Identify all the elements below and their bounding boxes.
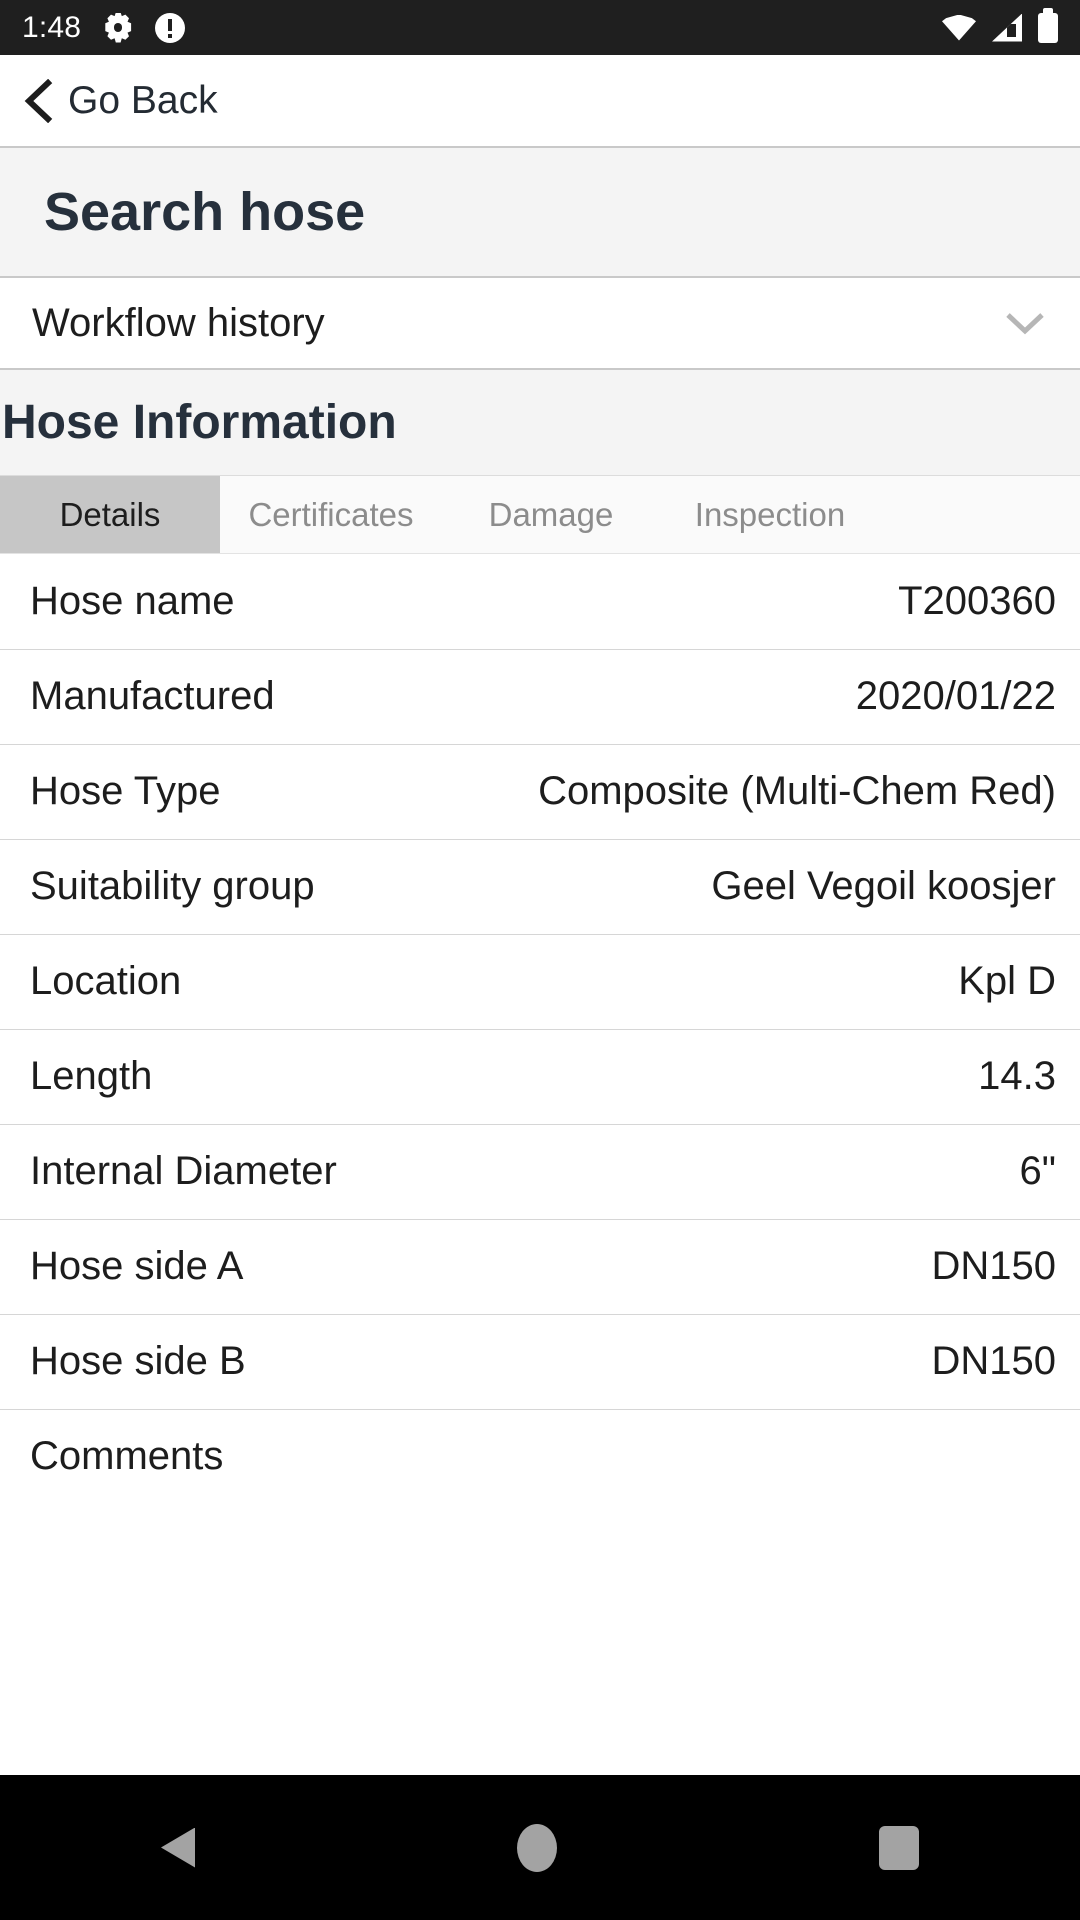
table-row[interactable]: Hose side A DN150 xyxy=(0,1219,1080,1314)
row-value: DN150 xyxy=(931,1244,1056,1288)
table-row[interactable]: Location Kpl D xyxy=(0,934,1080,1029)
status-bar-left: 1:48 xyxy=(22,10,186,44)
row-value: T200360 xyxy=(898,579,1056,623)
workflow-history-accordion[interactable]: Workflow history xyxy=(0,278,1080,370)
hose-information-header: Hose Information xyxy=(0,370,1080,476)
signal-icon xyxy=(992,13,1022,42)
gear-icon xyxy=(103,13,133,43)
workflow-history-label: Workflow history xyxy=(32,300,325,345)
tab-inspection-label: Inspection xyxy=(694,495,846,533)
row-label: Suitability group xyxy=(30,864,315,908)
row-value: 6" xyxy=(1019,1149,1056,1193)
table-row[interactable]: Hose side B DN150 xyxy=(0,1314,1080,1409)
system-navigation-bar xyxy=(0,1775,1080,1920)
row-value: Kpl D xyxy=(958,959,1056,1003)
status-bar-right xyxy=(942,7,1058,43)
table-row[interactable]: Comments xyxy=(0,1409,1080,1504)
table-row[interactable]: Hose Type Composite (Multi-Chem Red) xyxy=(0,744,1080,839)
status-bar: 1:48 xyxy=(0,0,1080,55)
table-row[interactable]: Hose name T200360 xyxy=(0,554,1080,649)
tab-certificates-label: Certificates xyxy=(248,495,414,533)
table-row[interactable]: Suitability group Geel Vegoil koosjer xyxy=(0,839,1080,934)
row-value: DN150 xyxy=(931,1339,1056,1383)
wifi-icon xyxy=(942,14,976,41)
row-label: Hose Type xyxy=(30,769,221,813)
tab-inspection[interactable]: Inspection xyxy=(660,476,880,553)
tab-details[interactable]: Details xyxy=(0,476,220,553)
details-list: Hose name T200360 Manufactured 2020/01/2… xyxy=(0,554,1080,1504)
row-value: 2020/01/22 xyxy=(855,674,1056,718)
hose-information-tabs: Details Certificates Damage Inspection xyxy=(0,476,1080,554)
alert-circle-icon xyxy=(155,12,186,43)
row-label: Length xyxy=(30,1054,153,1098)
row-label: Internal Diameter xyxy=(30,1149,337,1193)
row-label: Manufactured xyxy=(30,674,275,718)
row-value: 14.3 xyxy=(978,1054,1056,1098)
go-back-button[interactable]: Go Back xyxy=(0,55,1080,148)
row-label: Comments xyxy=(30,1434,224,1478)
chevron-left-icon xyxy=(24,78,53,123)
square-recents-icon[interactable] xyxy=(879,1825,919,1870)
circle-home-icon[interactable] xyxy=(517,1823,557,1872)
table-row[interactable]: Internal Diameter 6" xyxy=(0,1124,1080,1219)
hose-information-title: Hose Information xyxy=(2,396,397,449)
tab-damage[interactable]: Damage xyxy=(442,476,660,553)
page-title: Search hose xyxy=(0,148,1080,278)
page-title-text: Search hose xyxy=(44,182,366,242)
row-label: Hose name xyxy=(30,579,235,623)
tab-certificates[interactable]: Certificates xyxy=(220,476,442,553)
go-back-label: Go Back xyxy=(68,78,218,122)
table-row[interactable]: Length 14.3 xyxy=(0,1029,1080,1124)
row-label: Hose side A xyxy=(30,1244,244,1288)
tab-details-label: Details xyxy=(59,495,161,533)
app-screen: 1:48 Go Back Search hose Workflow histor… xyxy=(0,0,1080,1920)
row-label: Hose side B xyxy=(30,1339,246,1383)
status-bar-clock: 1:48 xyxy=(22,10,82,44)
triangle-back-icon[interactable] xyxy=(161,1827,195,1868)
tab-damage-label: Damage xyxy=(488,495,614,533)
row-value: Composite (Multi-Chem Red) xyxy=(538,769,1056,813)
row-value: Geel Vegoil koosjer xyxy=(711,864,1056,908)
chevron-down-icon[interactable] xyxy=(1004,310,1046,336)
row-label: Location xyxy=(30,959,182,1003)
battery-icon xyxy=(1038,7,1058,43)
table-row[interactable]: Manufactured 2020/01/22 xyxy=(0,649,1080,744)
